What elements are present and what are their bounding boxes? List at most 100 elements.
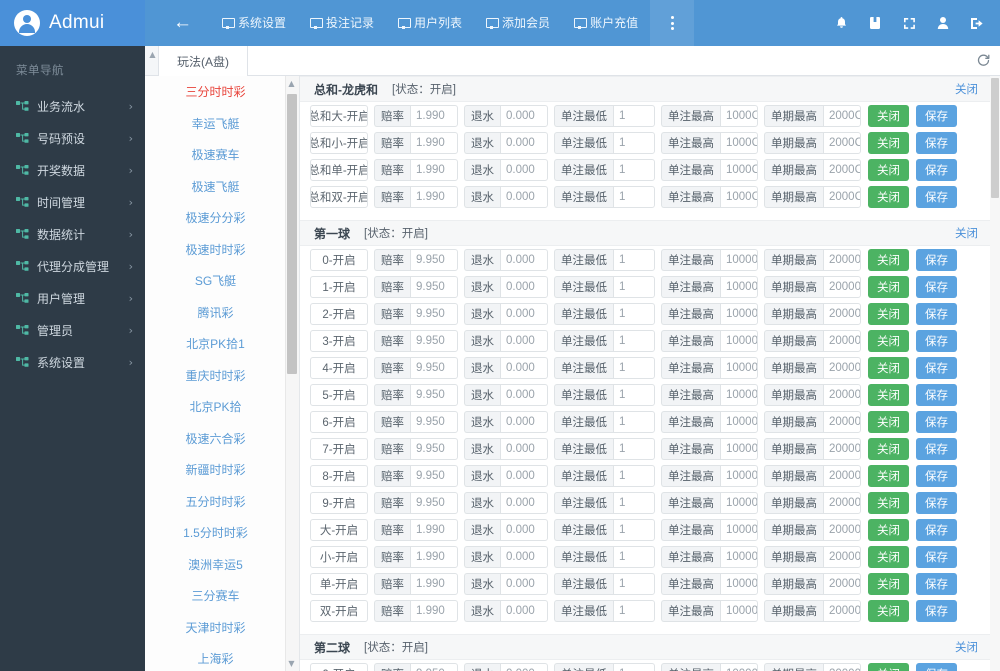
min-bet-input[interactable]: 1	[613, 438, 655, 460]
lottery-item-3min-ssc[interactable]: 三分时时彩	[145, 76, 286, 108]
max-period-input[interactable]: 20000(	[823, 663, 861, 671]
row-close-button[interactable]: 关闭	[868, 465, 909, 487]
lottery-item-speed-ssc[interactable]: 极速时时彩	[145, 234, 286, 266]
min-bet-input[interactable]: 1	[613, 519, 655, 541]
rebate-input[interactable]: 0.000	[500, 411, 548, 433]
bet-option-name[interactable]: 1-开启	[310, 276, 368, 298]
lottery-item-5min-ssc[interactable]: 五分时时彩	[145, 486, 286, 518]
odds-input[interactable]: 9.950	[410, 357, 458, 379]
max-period-input[interactable]: 20000(	[823, 330, 861, 352]
row-save-button[interactable]: 保存	[916, 411, 957, 433]
odds-input[interactable]: 9.950	[410, 411, 458, 433]
max-period-input[interactable]: 20000(	[823, 357, 861, 379]
row-close-button[interactable]: 关闭	[868, 330, 909, 352]
max-bet-input[interactable]: 10000(	[720, 249, 758, 271]
row-save-button[interactable]: 保存	[916, 546, 957, 568]
bet-option-name[interactable]: 4-开启	[310, 357, 368, 379]
lottery-item-speed-racing[interactable]: 极速赛车	[145, 139, 286, 171]
lottery-list-scroll-thumb[interactable]	[287, 94, 297, 374]
section-close-link[interactable]: 关闭	[955, 639, 978, 655]
rebate-input[interactable]: 0.000	[500, 186, 548, 208]
max-bet-input[interactable]: 10000(	[720, 276, 758, 298]
row-save-button[interactable]: 保存	[916, 600, 957, 622]
odds-input[interactable]: 9.950	[410, 276, 458, 298]
row-close-button[interactable]: 关闭	[868, 663, 909, 671]
max-period-input[interactable]: 20000(	[823, 465, 861, 487]
lottery-item-shanghai[interactable]: 上海彩	[145, 643, 286, 671]
bet-option-name[interactable]: 2-开启	[310, 303, 368, 325]
nav-item-account-recharge[interactable]: 账户充值	[562, 0, 650, 46]
odds-input[interactable]: 1.990	[410, 105, 458, 127]
bet-option-name[interactable]: 7-开启	[310, 438, 368, 460]
max-period-input[interactable]: 20000(	[823, 411, 861, 433]
min-bet-input[interactable]: 1	[613, 186, 655, 208]
lottery-item-tencent[interactable]: 腾讯彩	[145, 297, 286, 329]
bet-option-name[interactable]: 总和大-开启	[310, 105, 368, 127]
lottery-list-scrollbar[interactable]	[285, 76, 299, 671]
row-save-button[interactable]: 保存	[916, 465, 957, 487]
lottery-item-speed-ffc[interactable]: 极速分分彩	[145, 202, 286, 234]
sidebar-item-time-management[interactable]: 时间管理 ›	[0, 186, 145, 218]
row-close-button[interactable]: 关闭	[868, 573, 909, 595]
row-save-button[interactable]: 保存	[916, 519, 957, 541]
bet-option-name[interactable]: 0-开启	[310, 249, 368, 271]
bet-option-name[interactable]: 总和单-开启	[310, 159, 368, 181]
bet-option-name[interactable]: 总和小-开启	[310, 132, 368, 154]
max-bet-input[interactable]: 1000C	[720, 186, 758, 208]
tab-gameplay-a[interactable]: 玩法(A盘)	[158, 46, 248, 76]
lottery-item-speed-airship[interactable]: 极速飞艇	[145, 171, 286, 203]
bet-option-name[interactable]: 6-开启	[310, 411, 368, 433]
logout-icon[interactable]	[960, 0, 994, 46]
max-period-input[interactable]: 20000(	[823, 303, 861, 325]
max-bet-input[interactable]: 10000(	[720, 438, 758, 460]
max-bet-input[interactable]: 10000(	[720, 492, 758, 514]
max-period-input[interactable]: 2000C	[823, 159, 861, 181]
row-save-button[interactable]: 保存	[916, 492, 957, 514]
max-bet-input[interactable]: 10000(	[720, 519, 758, 541]
row-save-button[interactable]: 保存	[916, 663, 957, 671]
min-bet-input[interactable]: 1	[613, 357, 655, 379]
row-save-button[interactable]: 保存	[916, 330, 957, 352]
row-close-button[interactable]: 关闭	[868, 600, 909, 622]
scroll-up-nub-icon[interactable]: ▲	[147, 49, 158, 60]
lottery-item-3min-racing[interactable]: 三分赛车	[145, 580, 286, 612]
max-bet-input[interactable]: 10000(	[720, 600, 758, 622]
odds-input[interactable]: 9.950	[410, 303, 458, 325]
min-bet-input[interactable]: 1	[613, 159, 655, 181]
lottery-item-sg-airship[interactable]: SG飞艇	[145, 265, 286, 297]
odds-input[interactable]: 9.950	[410, 465, 458, 487]
min-bet-input[interactable]: 1	[613, 573, 655, 595]
rebate-input[interactable]: 0.000	[500, 465, 548, 487]
min-bet-input[interactable]: 1	[613, 303, 655, 325]
max-period-input[interactable]: 20000(	[823, 492, 861, 514]
row-close-button[interactable]: 关闭	[868, 303, 909, 325]
rebate-input[interactable]: 0.000	[500, 600, 548, 622]
max-period-input[interactable]: 20000(	[823, 519, 861, 541]
odds-input[interactable]: 1.990	[410, 132, 458, 154]
max-period-input[interactable]: 20000(	[823, 438, 861, 460]
row-close-button[interactable]: 关闭	[868, 438, 909, 460]
sidebar-item-system-settings[interactable]: 系统设置 ›	[0, 346, 145, 378]
row-save-button[interactable]: 保存	[916, 573, 957, 595]
max-bet-input[interactable]: 10000(	[720, 546, 758, 568]
bet-option-name[interactable]: 5-开启	[310, 384, 368, 406]
rebate-input[interactable]: 0.000	[500, 519, 548, 541]
max-bet-input[interactable]: 10000(	[720, 663, 758, 671]
max-period-input[interactable]: 20000(	[823, 546, 861, 568]
rebate-input[interactable]: 0.000	[500, 249, 548, 271]
content-scrollbar[interactable]	[990, 76, 1000, 671]
row-close-button[interactable]: 关闭	[868, 357, 909, 379]
lottery-item-lucky-airship[interactable]: 幸运飞艇	[145, 108, 286, 140]
odds-input[interactable]: 1.990	[410, 159, 458, 181]
back-arrow-icon[interactable]: ←	[157, 0, 210, 46]
max-period-input[interactable]: 20000(	[823, 600, 861, 622]
rebate-input[interactable]: 0.000	[500, 357, 548, 379]
fullscreen-icon[interactable]	[892, 0, 926, 46]
content-scroll-thumb[interactable]	[991, 78, 999, 198]
row-save-button[interactable]: 保存	[916, 276, 957, 298]
row-close-button[interactable]: 关闭	[868, 519, 909, 541]
row-save-button[interactable]: 保存	[916, 303, 957, 325]
lottery-item-australia-lucky5[interactable]: 澳洲幸运5	[145, 549, 286, 581]
row-close-button[interactable]: 关闭	[868, 384, 909, 406]
max-bet-input[interactable]: 10000(	[720, 573, 758, 595]
